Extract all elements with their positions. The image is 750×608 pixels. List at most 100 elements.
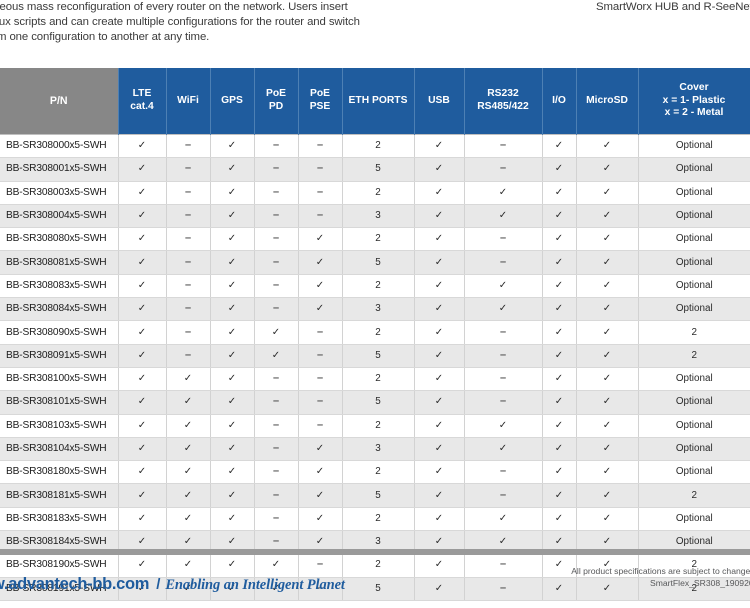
cell-cover: Optional xyxy=(637,274,750,299)
cell-wifi: – xyxy=(165,227,211,252)
cell-wifi: ✓ xyxy=(165,390,211,415)
cell-usb: ✓ xyxy=(413,320,465,345)
brand-tagline: Enabling an Intelligent Planet xyxy=(165,577,345,593)
cell-microsd-value: ✓ xyxy=(602,536,612,548)
cell-cover: Optional xyxy=(637,297,750,322)
cell-io: ✓ xyxy=(541,344,577,368)
table-row: BB-SR308100x5-SWH ✓ ✓ ✓ – – 2 ✓ – ✓ ✓ Optional xyxy=(0,367,750,392)
cell-cover-value: Optional xyxy=(675,443,713,454)
cell-wifi: – xyxy=(165,157,211,182)
cell-poe-pse-value: ✓ xyxy=(315,279,325,291)
cell-part-number: BB-SR308000x5-SWH xyxy=(0,133,119,159)
cell-poe-pd-value: – xyxy=(272,209,280,222)
cell-microsd: ✓ xyxy=(575,320,639,345)
cell-gps-value: ✓ xyxy=(227,373,237,385)
cell-cover: 2 xyxy=(637,344,750,368)
column-header-poe-pd: PoE PD xyxy=(253,68,299,135)
cell-usb-value: ✓ xyxy=(434,419,444,431)
cell-poe-pd: – xyxy=(253,157,299,182)
cell-serial-value: – xyxy=(499,395,507,408)
cell-lte-value: ✓ xyxy=(137,536,147,548)
cell-cover-value: Optional xyxy=(675,512,713,524)
cell-eth-ports: 5 xyxy=(341,483,415,508)
cell-io-value: ✓ xyxy=(554,536,564,548)
cell-microsd: ✓ xyxy=(575,274,639,299)
cell-serial-value: ✓ xyxy=(498,210,508,222)
cell-poe-pse-value: ✓ xyxy=(315,233,325,245)
column-header-poe-pd-line2: PD xyxy=(268,101,284,112)
cell-cover: Optional xyxy=(637,367,750,392)
cell-gps-value: ✓ xyxy=(227,256,237,268)
column-header-usb: USB xyxy=(413,68,465,135)
cell-gps-value: ✓ xyxy=(227,489,237,501)
cell-poe-pse: – xyxy=(297,133,343,159)
cell-poe-pd: – xyxy=(253,204,299,229)
cell-usb-value: ✓ xyxy=(434,396,444,408)
cell-serial-value: ✓ xyxy=(498,186,508,198)
cell-lte-value: ✓ xyxy=(137,303,147,315)
cell-lte-value: ✓ xyxy=(137,326,147,338)
cell-wifi: – xyxy=(165,181,211,205)
cell-lte: ✓ xyxy=(117,367,167,392)
cell-part-number: BB-SR308100x5-SWH xyxy=(0,367,119,392)
cell-wifi: – xyxy=(165,274,211,299)
cell-usb: ✓ xyxy=(413,227,465,252)
legal-disclaimer: All product specifications are subject t… xyxy=(571,566,750,589)
cell-poe-pd-value: – xyxy=(272,255,280,268)
cell-io-value: ✓ xyxy=(554,373,564,385)
cell-wifi: ✓ xyxy=(165,507,211,532)
cell-cover-value: Optional xyxy=(675,536,713,548)
table-row: BB-SR308103x5-SWH ✓ ✓ ✓ – – 2 ✓ ✓ ✓ ✓ Optional xyxy=(0,414,750,438)
cell-usb-value: ✓ xyxy=(434,140,444,152)
table-row: BB-SR308104x5-SWH ✓ ✓ ✓ – ✓ 3 ✓ ✓ ✓ ✓ Optional xyxy=(0,437,750,462)
cell-lte: ✓ xyxy=(117,250,167,275)
column-header-wifi-label: WiFi xyxy=(177,94,199,106)
cell-lte: ✓ xyxy=(117,157,167,182)
cell-poe-pse: ✓ xyxy=(297,227,343,252)
cell-wifi-value: – xyxy=(184,348,192,361)
column-header-gps-label: GPS xyxy=(221,94,243,106)
column-header-eth-ports-label: ETH PORTS xyxy=(348,94,408,106)
cell-gps-value: ✓ xyxy=(227,303,237,315)
cell-wifi: – xyxy=(165,250,211,275)
cell-poe-pd: – xyxy=(253,250,299,275)
cell-wifi-value: ✓ xyxy=(183,419,193,431)
cell-poe-pse-value: ✓ xyxy=(315,443,325,454)
legal-disclaimer-line1: All product specifications are subject t… xyxy=(571,566,750,576)
cell-poe-pd-value: – xyxy=(272,395,280,408)
cell-poe-pd: – xyxy=(253,181,299,205)
cell-io: ✓ xyxy=(541,367,577,392)
cell-serial: ✓ xyxy=(463,437,543,462)
cell-wifi-value: ✓ xyxy=(183,443,193,454)
cell-poe-pse-value: – xyxy=(316,209,324,222)
cell-microsd: ✓ xyxy=(575,204,639,229)
cell-serial: – xyxy=(463,390,543,415)
cell-cover-value: Optional xyxy=(675,140,713,152)
column-header-microsd-label: MicroSD xyxy=(586,94,628,106)
column-header-lte: LTE cat.4 xyxy=(117,68,167,135)
column-header-lte-line2: cat.4 xyxy=(130,101,154,112)
cell-serial: – xyxy=(463,483,543,508)
cell-microsd: ✓ xyxy=(575,390,639,415)
cell-microsd-value: ✓ xyxy=(602,279,612,291)
cell-lte-value: ✓ xyxy=(137,210,147,222)
cell-usb: ✓ xyxy=(413,367,465,392)
cell-wifi-value: ✓ xyxy=(183,512,193,524)
cell-cover: Optional xyxy=(637,133,750,159)
cell-cover: Optional xyxy=(637,507,750,532)
cell-microsd: ✓ xyxy=(575,414,639,438)
cell-eth-ports: 3 xyxy=(341,204,415,229)
cell-poe-pd-value: – xyxy=(272,465,280,478)
cell-poe-pse: ✓ xyxy=(297,460,343,485)
website-url[interactable]: w.advantech-bb.com xyxy=(0,575,149,593)
cell-usb: ✓ xyxy=(413,297,465,322)
cell-gps: ✓ xyxy=(209,274,255,299)
cell-lte: ✓ xyxy=(117,460,167,485)
cell-part-number: BB-SR308101x5-SWH xyxy=(0,390,119,415)
cell-poe-pse: – xyxy=(297,390,343,415)
column-header-cover-line1: Cover xyxy=(679,82,709,94)
cell-wifi: ✓ xyxy=(165,460,211,485)
cell-microsd-value: ✓ xyxy=(602,186,612,198)
cell-serial-value: ✓ xyxy=(498,279,508,291)
cell-poe-pse-value: – xyxy=(316,372,324,385)
